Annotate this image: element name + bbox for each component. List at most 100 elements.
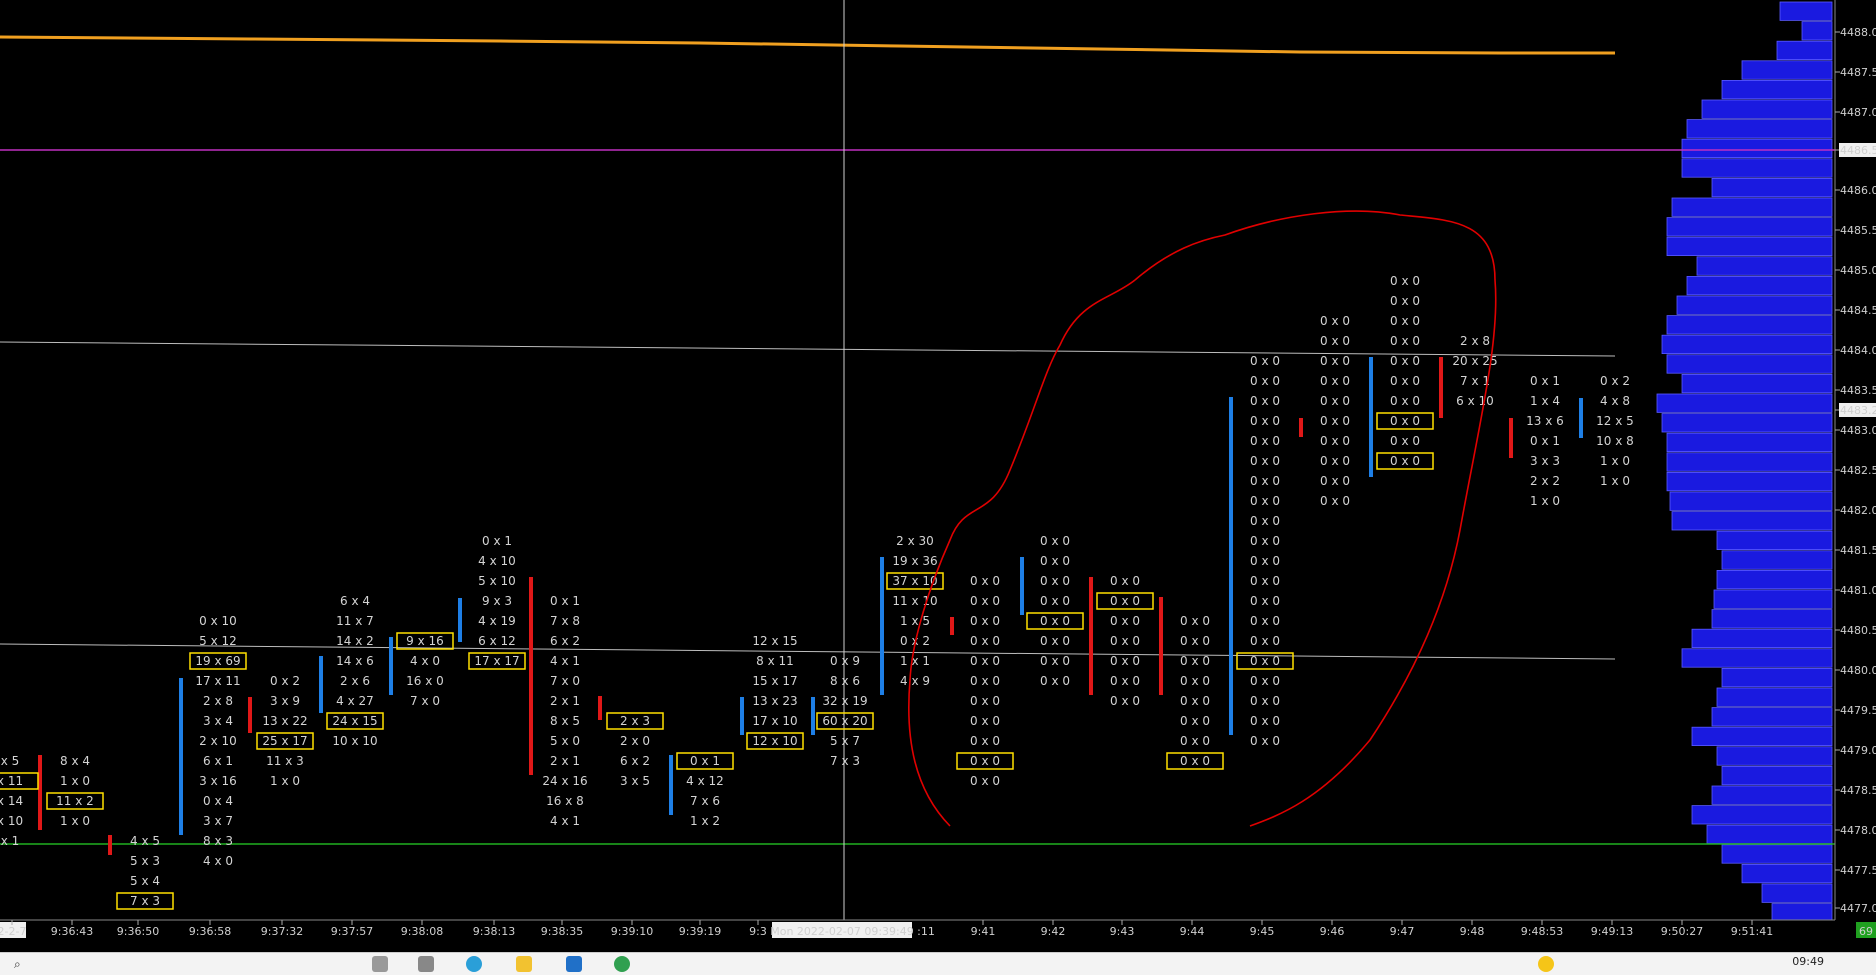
bid-ask-cell: 4 x 0 bbox=[203, 854, 233, 868]
volume-profile-bar bbox=[1713, 589, 1833, 609]
time-label: 9:50:27 bbox=[1661, 925, 1703, 938]
volume-profile-bar bbox=[1721, 766, 1833, 786]
bid-ask-cell: 0 x 0 bbox=[1390, 314, 1420, 328]
volume-profile-bar bbox=[1676, 295, 1833, 315]
price-label: 4483.50 bbox=[1840, 384, 1876, 397]
bid-ask-cell: 0 x 0 bbox=[1180, 754, 1210, 768]
bid-ask-cell: 6 x 12 bbox=[478, 634, 516, 648]
up-delta-bar bbox=[740, 697, 744, 735]
up-delta-bar bbox=[880, 557, 884, 695]
bid-ask-cell: 0 x 0 bbox=[1390, 374, 1420, 388]
price-label: 4484.00 bbox=[1840, 344, 1876, 357]
bid-ask-cell: 0 x 0 bbox=[1390, 454, 1420, 468]
time-label: 9:42 bbox=[1041, 925, 1066, 938]
volume-profile-bar bbox=[1661, 334, 1833, 355]
down-delta-bar bbox=[529, 577, 533, 775]
bid-ask-cell: 19 x 69 bbox=[195, 654, 240, 668]
bid-ask-cell: 0 x 0 bbox=[1250, 354, 1280, 368]
bid-ask-cell: 5 x 4 bbox=[130, 874, 160, 888]
time-label: 9:48:53 bbox=[1521, 925, 1563, 938]
bid-ask-cell: 2 x 1 bbox=[550, 694, 580, 708]
time-label: 2-2-7 bbox=[0, 925, 26, 938]
up-delta-bar bbox=[179, 678, 183, 835]
bid-ask-cell: 0 x 1 bbox=[482, 534, 512, 548]
widgets-icon[interactable] bbox=[418, 956, 434, 972]
bid-ask-cell: x 11 bbox=[0, 774, 23, 788]
bid-ask-cell: 0 x 0 bbox=[970, 574, 1000, 588]
bid-ask-cell: 0 x 0 bbox=[1250, 594, 1280, 608]
bid-ask-cell: 7 x 3 bbox=[130, 894, 160, 908]
bid-ask-cell: 0 x 0 bbox=[1250, 614, 1280, 628]
bid-ask-cell: 0 x 0 bbox=[1180, 674, 1210, 688]
bid-ask-cell: 0 x 0 bbox=[1320, 474, 1350, 488]
corner-badge-text: 69 bbox=[1859, 925, 1873, 938]
bid-ask-cell: 0 x 4 bbox=[203, 794, 233, 808]
taskbar-search[interactable]: ⌕ bbox=[14, 955, 344, 973]
time-label: 9:41 bbox=[971, 925, 996, 938]
volume-profile-bar bbox=[1706, 824, 1833, 845]
bid-ask-cell: 0 x 0 bbox=[1250, 474, 1280, 488]
weather-icon bbox=[1538, 956, 1554, 972]
time-label: 9:37:57 bbox=[331, 925, 373, 938]
bid-ask-cell: 0 x 0 bbox=[970, 734, 1000, 748]
bid-ask-cell: 0 x 0 bbox=[1250, 574, 1280, 588]
bid-ask-cell: 4 x 12 bbox=[686, 774, 724, 788]
bid-ask-cell: 15 x 17 bbox=[752, 674, 797, 688]
footprint-chart[interactable]: x 5 x 11 x 14 x 10 x 1 8 x 4 1 x 0 11 x 2 1 x 0 4… bbox=[0, 0, 1876, 974]
edge-icon[interactable] bbox=[466, 956, 482, 972]
price-label: 4481.00 bbox=[1840, 584, 1876, 597]
price-axis[interactable]: 4488.00 4487.50 4487.00 4486.50 4486.00 4485.… bbox=[1834, 0, 1876, 920]
file-explorer-icon[interactable] bbox=[516, 956, 532, 972]
bid-ask-cell: 3 x 7 bbox=[203, 814, 233, 828]
bid-ask-cell: 10 x 8 bbox=[1596, 434, 1634, 448]
bid-ask-cell: 9 x 16 bbox=[406, 634, 444, 648]
price-label: 4479.50 bbox=[1840, 704, 1876, 717]
volume-profile-bar bbox=[1661, 413, 1833, 433]
bid-ask-cell: 0 x 0 bbox=[1250, 414, 1280, 428]
bid-ask-cell: 13 x 23 bbox=[752, 694, 797, 708]
bid-ask-cell: 7 x 1 bbox=[1460, 374, 1490, 388]
bid-ask-cell: 8 x 11 bbox=[756, 654, 794, 668]
volume-profile-bar bbox=[1776, 40, 1833, 61]
bid-ask-cell: 2 x 6 bbox=[340, 674, 370, 688]
task-view-icon[interactable] bbox=[372, 956, 388, 972]
down-delta-bar bbox=[108, 835, 112, 855]
down-delta-bar bbox=[1299, 418, 1303, 437]
price-label: 4485.50 bbox=[1840, 224, 1876, 237]
bid-ask-cell: 12 x 10 bbox=[752, 734, 797, 748]
bid-ask-cell: 0 x 0 bbox=[1250, 454, 1280, 468]
volume-profile-bar bbox=[1671, 197, 1833, 217]
time-axis[interactable]: 2-2-7 9:36:43 9:36:50 9:36:58 9:37:32 9:37:57… bbox=[0, 919, 1876, 952]
bid-ask-cell: 6 x 2 bbox=[550, 634, 580, 648]
volume-profile-bar bbox=[1711, 177, 1833, 198]
bid-ask-cell: 0 x 1 bbox=[690, 754, 720, 768]
bid-ask-cell: 7 x 0 bbox=[550, 674, 580, 688]
bid-ask-cell: 17 x 10 bbox=[752, 714, 797, 728]
bid-ask-cell: 0 x 0 bbox=[970, 674, 1000, 688]
time-label: 9:37:32 bbox=[261, 925, 303, 938]
volume-profile-bar bbox=[1741, 864, 1833, 884]
price-label: 4483.00 bbox=[1840, 424, 1876, 437]
price-label: 4486.00 bbox=[1840, 184, 1876, 197]
bid-ask-cell: x 14 bbox=[0, 794, 23, 808]
bid-ask-cell: 11 x 2 bbox=[56, 794, 94, 808]
bid-ask-cell: 4 x 1 bbox=[550, 654, 580, 668]
bid-ask-cell: 6 x 1 bbox=[203, 754, 233, 768]
bid-ask-cell: 12 x 5 bbox=[1596, 414, 1634, 428]
bid-ask-cell: 2 x 30 bbox=[896, 534, 934, 548]
up-delta-bar bbox=[1020, 557, 1024, 615]
bid-ask-cell: x 10 bbox=[0, 814, 23, 828]
bid-ask-cell: 14 x 2 bbox=[336, 634, 374, 648]
bid-ask-cell: 0 x 0 bbox=[1250, 694, 1280, 708]
chrome-icon[interactable] bbox=[614, 956, 630, 972]
store-icon[interactable] bbox=[566, 956, 582, 972]
price-label: 4480.50 bbox=[1840, 624, 1876, 637]
volume-profile-bar bbox=[1681, 373, 1833, 394]
bid-ask-cell: 0 x 0 bbox=[1040, 574, 1070, 588]
volume-profile-bar bbox=[1671, 511, 1833, 531]
volume-profile-bar bbox=[1666, 315, 1833, 335]
price-label: 4486.50 bbox=[1840, 144, 1876, 157]
bid-ask-cell: 0 x 0 bbox=[1040, 534, 1070, 548]
time-label: 9:38:13 bbox=[473, 925, 515, 938]
volume-profile-bar bbox=[1721, 844, 1833, 864]
